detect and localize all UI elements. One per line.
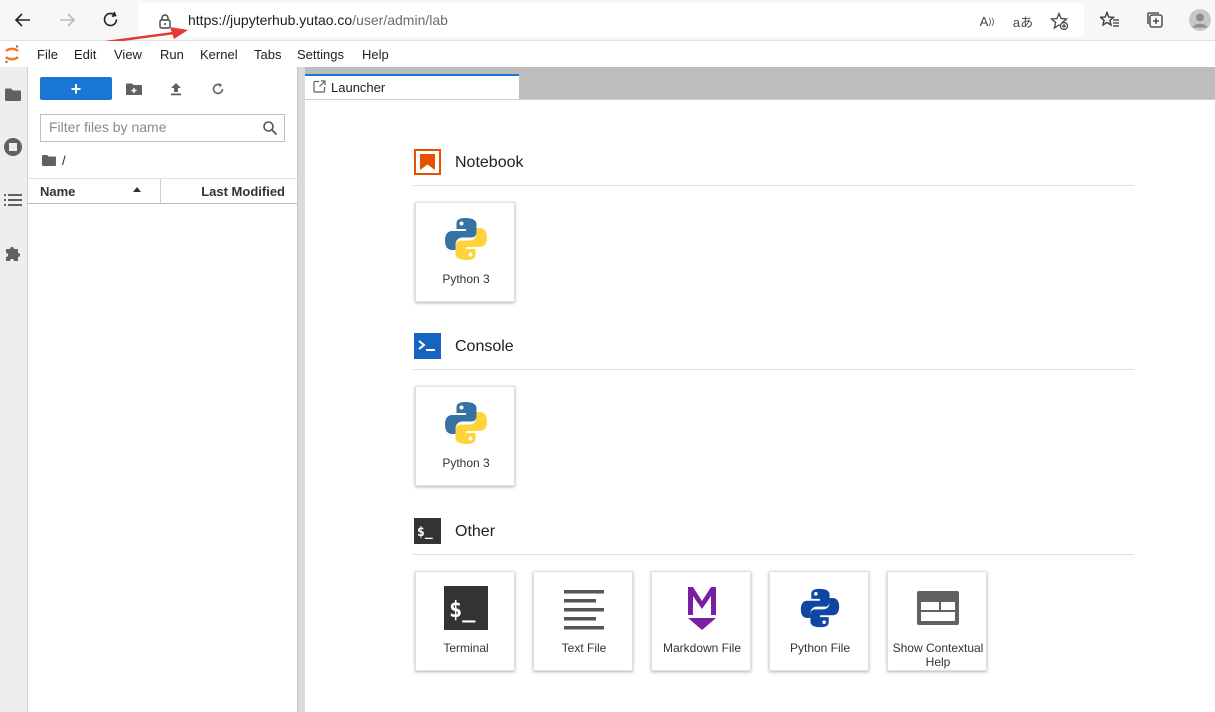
python-logo-icon: [442, 215, 490, 263]
section-divider: [413, 369, 1134, 370]
section-title-console: Console: [455, 338, 514, 355]
markdown-icon: [678, 584, 726, 632]
card-label: Python File: [789, 641, 851, 655]
favorites-icon[interactable]: [1098, 8, 1122, 32]
card-label: Show Contextual Help: [892, 641, 984, 669]
new-folder-icon[interactable]: [125, 80, 143, 98]
terminal-icon: $_: [442, 584, 490, 632]
text-file-icon: [560, 584, 608, 632]
svg-text:$_: $_: [417, 525, 433, 540]
launcher-card-console-python3[interactable]: Python 3: [415, 386, 515, 486]
section-divider: [413, 554, 1134, 555]
extension-icon[interactable]: [2, 242, 24, 264]
contextual-help-icon: [914, 584, 962, 632]
sort-ascending-icon: [133, 187, 141, 192]
url-host: https://jupyterhub.yutao.co: [188, 12, 353, 28]
column-divider[interactable]: [160, 179, 161, 203]
section-title-notebook: Notebook: [455, 154, 524, 171]
section-title-other: Other: [455, 523, 496, 540]
filter-files-input[interactable]: [41, 115, 259, 139]
collections-icon[interactable]: [1143, 8, 1167, 32]
running-icon[interactable]: [2, 136, 24, 158]
svg-text:$_: $_: [449, 598, 476, 623]
card-label: Python 3: [442, 272, 490, 286]
toc-icon[interactable]: [2, 189, 24, 211]
launcher-card-python-file[interactable]: Python File: [769, 571, 869, 671]
tab-launcher[interactable]: Launcher: [305, 74, 519, 99]
launcher-card-notebook-python3[interactable]: Python 3: [415, 202, 515, 302]
menu-run[interactable]: Run: [160, 47, 184, 62]
card-label: Markdown File: [662, 641, 742, 655]
launcher-card-markdown-file[interactable]: Markdown File: [651, 571, 751, 671]
jupyter-logo: [5, 45, 19, 64]
activity-bar: [0, 67, 28, 712]
launcher-card-terminal[interactable]: $_ Terminal: [415, 571, 515, 671]
python-logo-icon: [442, 399, 490, 447]
new-launcher-button[interactable]: +: [40, 77, 112, 100]
upload-icon[interactable]: [167, 80, 185, 98]
menu-help[interactable]: Help: [362, 47, 389, 62]
menu-kernel[interactable]: Kernel: [200, 47, 238, 62]
launcher-panel: Notebook Python 3 Console Python 3 $_ Ot…: [305, 100, 1215, 712]
menu-tabs[interactable]: Tabs: [254, 47, 281, 62]
filter-box: [40, 114, 285, 142]
back-arrow-icon[interactable]: [8, 6, 38, 34]
notebook-section-icon: [414, 149, 441, 175]
favorite-add-icon[interactable]: [1048, 10, 1070, 32]
dock-tab-bar: Launcher: [305, 67, 1215, 99]
launcher-card-contextual-help[interactable]: Show Contextual Help: [887, 571, 987, 671]
panel-splitter[interactable]: [297, 67, 305, 712]
translate-icon[interactable]: aあ: [1012, 10, 1034, 32]
section-divider: [413, 185, 1134, 186]
search-icon: [263, 121, 278, 136]
menu-view[interactable]: View: [114, 47, 142, 62]
breadcrumb-root[interactable]: /: [62, 153, 66, 168]
column-name[interactable]: Name: [40, 184, 75, 199]
menu-settings[interactable]: Settings: [297, 47, 344, 62]
file-list-header: Name Last Modified: [28, 178, 297, 204]
tab-launcher-label: Launcher: [331, 80, 386, 95]
forward-arrow-icon[interactable]: [52, 6, 82, 34]
card-label: Python 3: [442, 456, 490, 470]
read-aloud-icon[interactable]: A)): [976, 10, 998, 32]
other-section-icon: $_: [414, 518, 441, 544]
launcher-card-text-file[interactable]: Text File: [533, 571, 633, 671]
address-bar[interactable]: https://jupyterhub.yutao.co/user/admin/l…: [138, 3, 1084, 37]
folder-icon[interactable]: [2, 83, 24, 105]
card-label: Terminal: [443, 641, 489, 655]
launcher-tab-icon: [313, 80, 326, 93]
python-file-icon: [796, 584, 844, 632]
breadcrumb-folder-icon[interactable]: [42, 154, 56, 166]
url-text[interactable]: https://jupyterhub.yutao.co/user/admin/l…: [188, 12, 448, 28]
url-path: /user/admin/lab: [352, 12, 448, 28]
file-browser: + / Name Last Modified: [28, 67, 297, 712]
column-last-modified[interactable]: Last Modified: [201, 184, 285, 199]
card-label: Text File: [561, 641, 607, 655]
menu-bar: File Edit View Run Kernel Tabs Settings …: [0, 41, 1215, 67]
profile-icon[interactable]: [1188, 8, 1212, 32]
menu-edit[interactable]: Edit: [74, 47, 96, 62]
menu-file[interactable]: File: [37, 47, 58, 62]
console-section-icon: [414, 333, 441, 359]
breadcrumb: /: [42, 153, 66, 168]
refresh-files-icon[interactable]: [209, 80, 227, 98]
